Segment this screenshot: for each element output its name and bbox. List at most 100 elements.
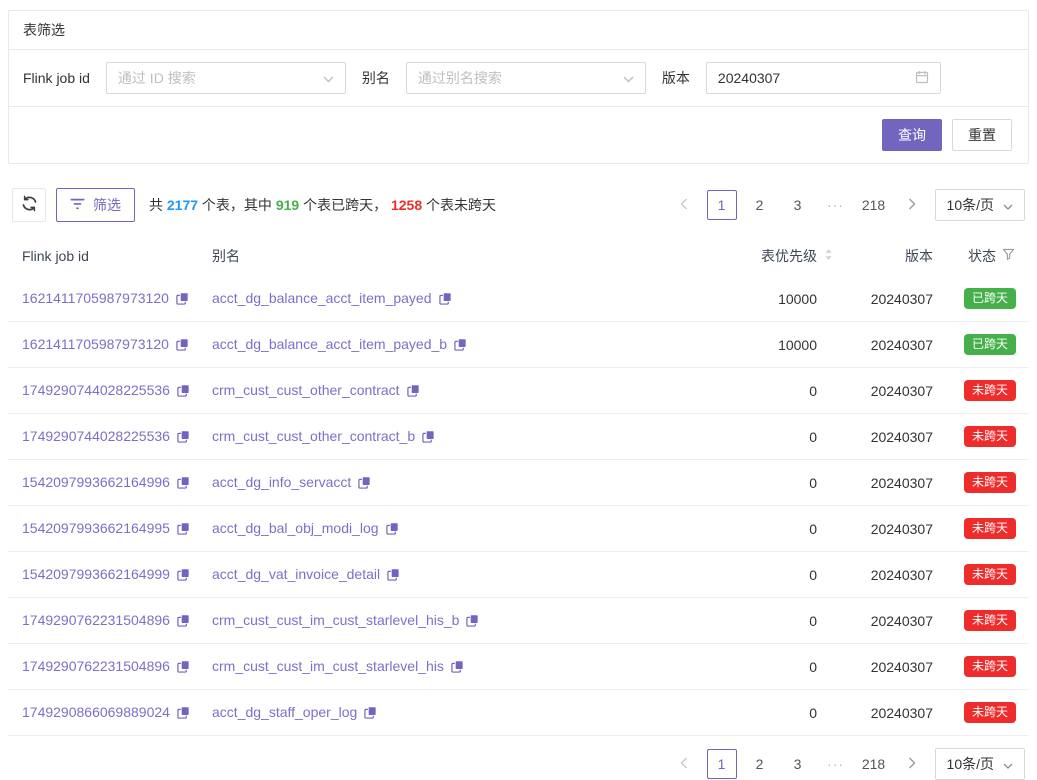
filter-form: Flink job id 通过 ID 搜索 别名 通过别名搜索 <box>9 50 1028 107</box>
job-id-link[interactable]: 1749290744028225536 <box>22 428 170 444</box>
version-date-input[interactable]: 20240307 <box>706 62 941 94</box>
copy-icon[interactable] <box>454 338 467 354</box>
copy-icon[interactable] <box>177 706 190 722</box>
alias-select[interactable]: 通过别名搜索 <box>406 62 646 94</box>
pagination-ellipsis[interactable]: ··· <box>821 197 851 213</box>
copy-icon[interactable] <box>386 522 399 538</box>
pagination-page-218[interactable]: 218 <box>859 190 889 220</box>
job-id-link[interactable]: 1749290762231504896 <box>22 658 170 674</box>
pagination-page-218[interactable]: 218 <box>859 749 889 779</box>
job-id-link[interactable]: 1542097993662164995 <box>22 520 170 536</box>
flink-job-id-label: Flink job id <box>23 70 90 86</box>
copy-icon[interactable] <box>358 476 371 492</box>
filter-funnel-icon[interactable] <box>1002 248 1015 264</box>
pagination-page-1[interactable]: 1 <box>707 190 737 220</box>
alias-link[interactable]: acct_dg_vat_invoice_detail <box>212 566 380 582</box>
query-button[interactable]: 查询 <box>882 119 942 151</box>
status-cell: 未跨天 <box>941 552 1029 598</box>
priority-cell: 0 <box>691 552 841 598</box>
sort-icon[interactable] <box>824 248 833 264</box>
pagination-prev[interactable] <box>669 749 699 779</box>
alias-link[interactable]: crm_cust_cust_im_cust_starlevel_his_b <box>212 612 459 628</box>
status-badge: 未跨天 <box>964 610 1016 631</box>
alias-link[interactable]: crm_cust_cust_im_cust_starlevel_his <box>212 658 444 674</box>
pagination-page-1[interactable]: 1 <box>707 749 737 779</box>
job-id-link[interactable]: 1749290762231504896 <box>22 612 170 628</box>
copy-icon[interactable] <box>177 660 190 676</box>
priority-cell: 0 <box>691 644 841 690</box>
pagination-page-3[interactable]: 3 <box>783 190 813 220</box>
copy-icon[interactable] <box>177 568 190 584</box>
table-row: 1621411705987973120 acct_dg_balance_acct… <box>8 276 1029 322</box>
status-badge: 未跨天 <box>964 472 1016 493</box>
page-size-value: 10条/页 <box>947 195 994 215</box>
filter-button[interactable]: 筛选 <box>56 188 135 222</box>
job-id-link[interactable]: 1621411705987973120 <box>22 336 169 352</box>
crossed-count: 919 <box>276 197 299 213</box>
pagination-page-2[interactable]: 2 <box>745 749 775 779</box>
pagination-prev[interactable] <box>669 190 699 220</box>
job-id-link[interactable]: 1749290744028225536 <box>22 382 170 398</box>
copy-icon[interactable] <box>177 430 190 446</box>
alias-link[interactable]: acct_dg_staff_oper_log <box>212 704 357 720</box>
job-id-link[interactable]: 1542097993662164999 <box>22 566 170 582</box>
table-row: 1749290744028225536 crm_cust_cust_other_… <box>8 368 1029 414</box>
alias-link[interactable]: acct_dg_info_servacct <box>212 474 351 490</box>
pagination-page-3[interactable]: 3 <box>783 749 813 779</box>
alias-link[interactable]: acct_dg_balance_acct_item_payed_b <box>212 336 447 352</box>
copy-icon[interactable] <box>177 384 190 400</box>
tables-table: Flink job id 别名 表优先级 版本 <box>8 238 1029 736</box>
job-id-link[interactable]: 1621411705987973120 <box>22 290 169 306</box>
priority-cell: 10000 <box>691 276 841 322</box>
filter-panel-title: 表筛选 <box>9 11 1028 50</box>
copy-icon[interactable] <box>407 384 420 400</box>
pagination-page-2[interactable]: 2 <box>745 190 775 220</box>
alias-link[interactable]: acct_dg_bal_obj_modi_log <box>212 520 379 536</box>
job-id-link[interactable]: 1542097993662164996 <box>22 474 170 490</box>
alias-link[interactable]: crm_cust_cust_other_contract_b <box>212 428 415 444</box>
pagination-next[interactable] <box>897 749 927 779</box>
job-id-link[interactable]: 1749290866069889024 <box>22 704 170 720</box>
refresh-icon <box>21 195 38 215</box>
refresh-button[interactable] <box>12 188 46 222</box>
status-badge: 未跨天 <box>964 518 1016 539</box>
copy-icon[interactable] <box>177 614 190 630</box>
copy-icon[interactable] <box>177 522 190 538</box>
version-cell: 20240307 <box>841 368 941 414</box>
alias-link[interactable]: crm_cust_cust_other_contract <box>212 382 400 398</box>
copy-icon[interactable] <box>364 706 377 722</box>
page-size-select[interactable]: 10条/页 <box>935 189 1025 221</box>
alias-link[interactable]: acct_dg_balance_acct_item_payed <box>212 290 432 306</box>
status-cell: 未跨天 <box>941 598 1029 644</box>
table-summary: 共 2177 个表，其中 919 个表已跨天， 1258 个表未跨天 <box>149 195 496 215</box>
copy-icon[interactable] <box>177 476 190 492</box>
priority-cell: 0 <box>691 368 841 414</box>
column-header-priority[interactable]: 表优先级 <box>691 238 841 276</box>
filter-panel: 表筛选 Flink job id 通过 ID 搜索 别名 通过别名搜索 <box>8 10 1029 164</box>
copy-icon[interactable] <box>387 568 400 584</box>
copy-icon[interactable] <box>176 292 189 308</box>
copy-icon[interactable] <box>451 660 464 676</box>
pagination-ellipsis[interactable]: ··· <box>821 756 851 772</box>
status-badge: 未跨天 <box>964 564 1016 585</box>
reset-button[interactable]: 重置 <box>952 119 1012 151</box>
pagination-next[interactable] <box>897 190 927 220</box>
chevron-right-icon <box>908 197 916 213</box>
top-pager-zone: 123 ··· 218 10条/页 <box>661 189 1025 221</box>
flink-job-id-select[interactable]: 通过 ID 搜索 <box>106 62 346 94</box>
calendar-icon <box>915 70 929 87</box>
page-size-select[interactable]: 10条/页 <box>935 748 1025 780</box>
table-row: 1749290762231504896 crm_cust_cust_im_cus… <box>8 598 1029 644</box>
column-header-flink-job-id[interactable]: Flink job id <box>8 238 204 276</box>
version-cell: 20240307 <box>841 414 941 460</box>
table-body: 1621411705987973120 acct_dg_balance_acct… <box>8 276 1029 736</box>
status-badge: 已跨天 <box>964 334 1016 355</box>
copy-icon[interactable] <box>422 430 435 446</box>
chevron-left-icon <box>680 197 688 213</box>
copy-icon[interactable] <box>466 614 479 630</box>
copy-icon[interactable] <box>176 338 189 354</box>
column-header-alias[interactable]: 别名 <box>204 238 691 276</box>
not-crossed-count: 1258 <box>391 197 422 213</box>
column-header-status[interactable]: 状态 <box>941 238 1029 276</box>
copy-icon[interactable] <box>439 292 452 308</box>
